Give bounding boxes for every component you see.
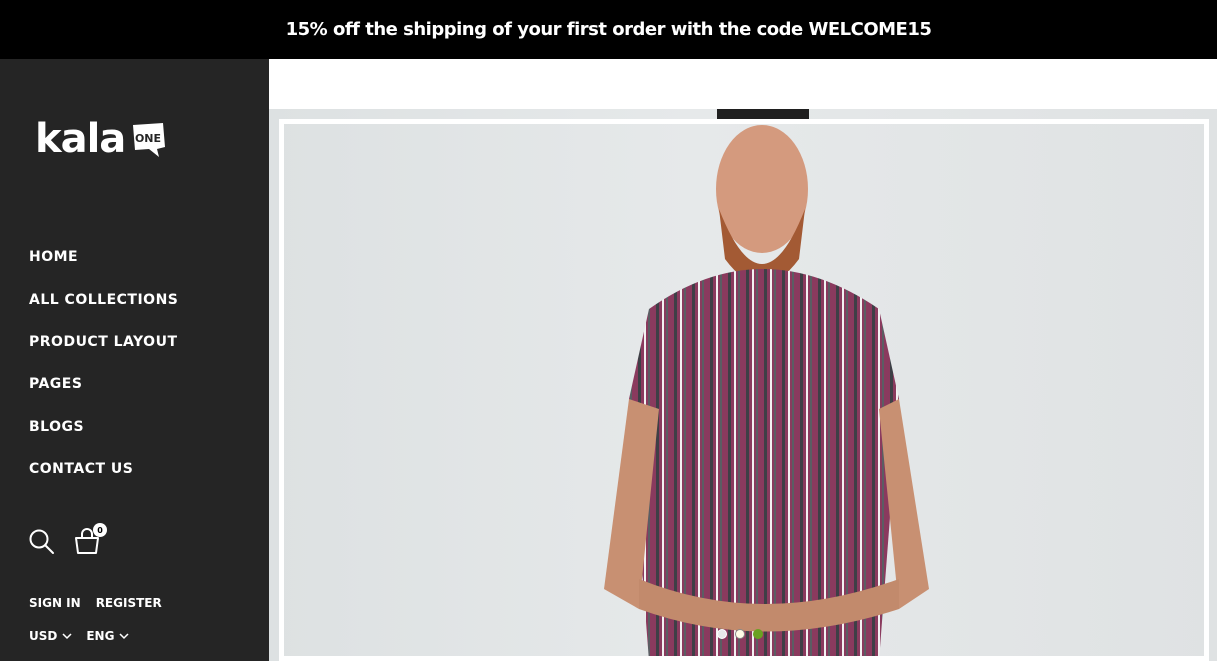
- sidebar: kala ONE HOME ALL COLLECTIONS PRODUCT LA…: [0, 59, 269, 661]
- currency-selector[interactable]: USD: [29, 629, 72, 643]
- cart-button[interactable]: 0: [73, 523, 107, 555]
- chevron-down-icon: [62, 633, 72, 640]
- header-icons: 0: [27, 523, 107, 555]
- locale-selectors: USD ENG: [29, 629, 129, 643]
- nav-item-product-layout[interactable]: PRODUCT LAYOUT: [29, 321, 178, 363]
- logo-badge-icon: ONE: [133, 123, 166, 157]
- sign-in-link[interactable]: SIGN IN: [29, 596, 81, 610]
- slider-dot-2[interactable]: [735, 629, 745, 639]
- register-link[interactable]: REGISTER: [96, 596, 162, 610]
- nav-item-home[interactable]: HOME: [29, 236, 178, 278]
- nav-item-pages[interactable]: PAGES: [29, 363, 178, 405]
- chevron-down-icon: [119, 633, 129, 640]
- nav-item-contact-us[interactable]: CONTACT US: [29, 448, 178, 490]
- slider-dots: [717, 629, 763, 639]
- currency-value: USD: [29, 629, 58, 643]
- slide-frame: [279, 119, 1209, 661]
- slider-dot-3-active[interactable]: [753, 629, 763, 639]
- announcement-text: 15% off the shipping of your first order…: [285, 19, 932, 40]
- main-content: [269, 59, 1217, 661]
- logo[interactable]: kala ONE: [35, 114, 205, 164]
- logo-text: kala: [35, 116, 126, 162]
- slider-dot-1[interactable]: [717, 629, 727, 639]
- search-icon: [29, 529, 54, 554]
- language-selector[interactable]: ENG: [86, 629, 129, 643]
- logo-badge-text: ONE: [135, 132, 161, 145]
- cart-count-badge: 0: [93, 523, 107, 537]
- main-nav: HOME ALL COLLECTIONS PRODUCT LAYOUT PAGE…: [29, 236, 178, 490]
- nav-item-all-collections[interactable]: ALL COLLECTIONS: [29, 278, 178, 320]
- search-button[interactable]: [27, 527, 55, 555]
- account-links: SIGN IN REGISTER: [29, 596, 162, 610]
- nav-item-blogs[interactable]: BLOGS: [29, 406, 178, 448]
- hero-slide[interactable]: [269, 109, 1217, 661]
- announcement-bar: 15% off the shipping of your first order…: [0, 0, 1217, 59]
- language-value: ENG: [86, 629, 115, 643]
